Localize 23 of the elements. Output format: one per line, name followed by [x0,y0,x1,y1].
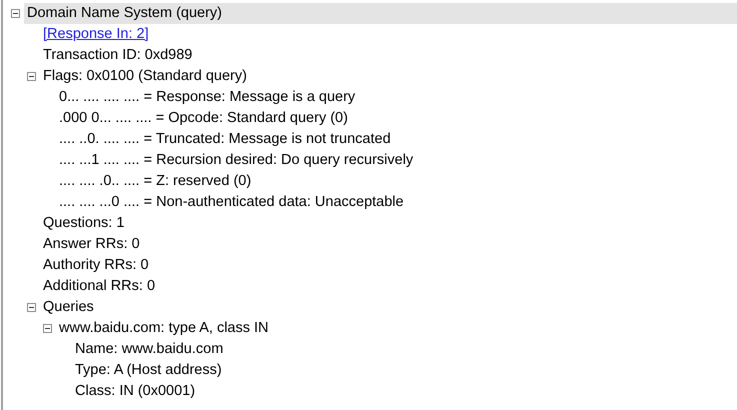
tree-item[interactable]: Name: www.baidu.com [72,339,226,360]
tree-item[interactable]: 0... .... .... .... = Response: Message is a query [56,87,358,108]
tree-item[interactable]: Additional RRs: 0 [40,276,158,297]
response-link[interactable]: [Response In: 2] [40,24,152,45]
tree-item[interactable]: .... .... ...0 .... = Non-authenticated data: Unacceptable [56,192,407,213]
tree-item[interactable]: Flags: 0x0100 (Standard query) [40,66,250,87]
tree-item[interactable]: www.baidu.com: type A, class IN [56,318,272,339]
tree-item[interactable]: Class: IN (0x0001) [72,381,198,402]
collapse-toggle-icon[interactable] [27,72,36,81]
collapse-toggle-icon[interactable] [43,324,52,333]
tree-item[interactable]: .... ..0. .... .... = Truncated: Message is not truncated [56,129,394,150]
tree-item[interactable]: Type: A (Host address) [72,360,225,381]
tree-item[interactable]: Transaction ID: 0xd989 [40,45,196,66]
tree-item[interactable]: Domain Name System (query) [24,3,737,24]
collapse-toggle-icon[interactable] [27,303,36,312]
tree-item[interactable]: .... ...1 .... .... = Recursion desired: Do query recursively [56,150,416,171]
collapse-toggle-icon[interactable] [11,9,20,18]
tree-item[interactable]: .... .... .0.. .... = Z: reserved (0) [56,171,254,192]
tree-item[interactable]: Questions: 1 [40,213,128,234]
tree-item[interactable]: Queries [40,297,97,318]
tree-item[interactable]: .000 0... .... .... = Opcode: Standard query (0) [56,108,351,129]
tree-item[interactable]: Answer RRs: 0 [40,234,143,255]
tree-item[interactable]: Authority RRs: 0 [40,255,152,276]
